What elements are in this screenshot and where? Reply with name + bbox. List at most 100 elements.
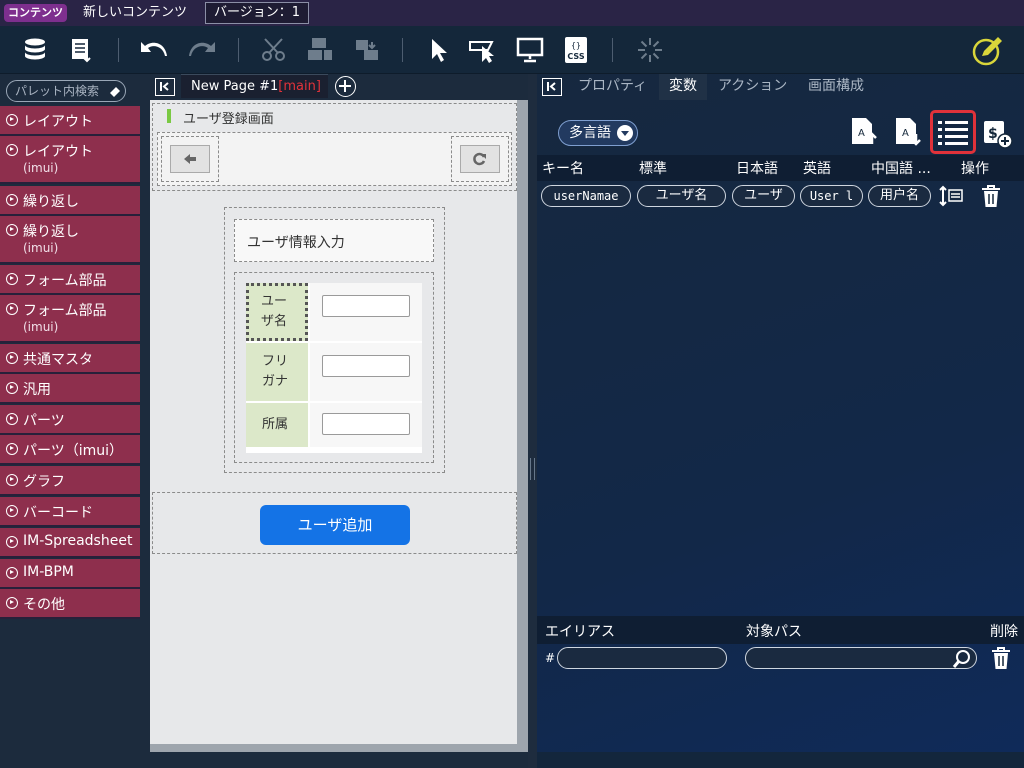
palette-item[interactable]: レイアウト — [0, 106, 140, 136]
affiliation-input[interactable] — [322, 413, 410, 435]
copy-icon[interactable] — [304, 34, 336, 66]
vertical-scrollbar[interactable] — [517, 100, 528, 752]
var-japanese-input[interactable]: ユーザ — [732, 185, 795, 207]
header-bar — [157, 132, 512, 186]
toolbar: {} CSS — [0, 26, 1024, 74]
arrow-left-icon — [184, 154, 196, 164]
undo-icon[interactable] — [138, 34, 170, 66]
expand-arrow-icon — [6, 536, 18, 548]
palette-item-label: 共通マスタ — [23, 352, 93, 368]
expand-arrow-icon — [6, 413, 18, 425]
col-english: 英語 — [803, 161, 831, 177]
var-english-input[interactable]: User l — [800, 185, 863, 207]
redo-icon[interactable] — [186, 34, 218, 66]
export-sheet-icon[interactable] — [66, 34, 98, 66]
palette-item[interactable]: IM-Spreadsheet — [0, 528, 140, 558]
field-input-cell — [310, 343, 422, 401]
expand-arrow-icon — [6, 352, 18, 364]
palette-item-sub: (imui) — [23, 241, 59, 255]
palette-item[interactable]: 繰り返し — [0, 186, 140, 216]
paste-icon[interactable] — [350, 34, 382, 66]
edit-pencil-icon[interactable] — [972, 34, 1004, 66]
expand-arrow-icon — [6, 194, 18, 206]
field-label: 所属 — [262, 417, 289, 432]
back-button[interactable] — [170, 145, 210, 173]
palette-item[interactable]: 汎用 — [0, 374, 140, 404]
target-path-input[interactable] — [745, 647, 977, 669]
translate-export-icon[interactable]: A — [894, 116, 924, 148]
field-input-cell — [310, 283, 422, 341]
drag-handle-icon[interactable] — [167, 109, 171, 123]
database-icon[interactable] — [20, 34, 52, 66]
field-label-cell[interactable]: ユー ザ名 — [246, 283, 308, 341]
collapse-panel-icon[interactable] — [542, 78, 562, 96]
palette-item[interactable]: その他 — [0, 589, 140, 619]
field-label-cell: 所属 — [246, 403, 308, 447]
tab-variables[interactable]: 変数 — [659, 74, 707, 100]
palette-item-label: IM-BPM — [23, 564, 74, 580]
alias-header-label: エイリアス — [545, 624, 615, 640]
expand-arrow-icon — [6, 114, 18, 126]
palette-item[interactable]: グラフ — [0, 466, 140, 496]
area-select-icon[interactable] — [468, 34, 500, 66]
var-key-input[interactable]: userNamae — [541, 185, 631, 207]
screen-title: ユーザ登録画面 — [183, 112, 274, 127]
header-container[interactable]: ユーザ登録画面 — [152, 103, 517, 191]
list-icon — [938, 121, 968, 145]
collapse-palette-icon[interactable] — [155, 78, 175, 96]
tab-properties[interactable]: プロパティ — [568, 74, 654, 100]
palette-item[interactable]: レイアウト (imui) — [0, 136, 140, 184]
add-variable-icon[interactable]: $ — [982, 118, 1014, 150]
palette-item-label: 繰り返し — [23, 224, 79, 240]
add-user-button[interactable]: ユーザ追加 — [260, 505, 410, 545]
delete-row-icon[interactable] — [980, 184, 1002, 208]
var-chinese-input[interactable]: 用户名 — [868, 185, 931, 207]
username-input[interactable] — [322, 295, 410, 317]
loading-spinner-icon — [634, 34, 666, 66]
expand-arrow-icon — [6, 144, 18, 156]
language-dropdown[interactable]: 多言語 — [558, 120, 638, 146]
select-cursor-icon[interactable] — [422, 34, 454, 66]
css-file-icon[interactable]: {} CSS — [560, 34, 592, 66]
palette-item-label: 繰り返し — [23, 194, 79, 210]
reload-button[interactable] — [460, 145, 500, 173]
palette-item[interactable]: バーコード — [0, 497, 140, 527]
cut-icon[interactable] — [258, 34, 290, 66]
add-page-icon[interactable] — [335, 76, 356, 97]
alias-input[interactable] — [557, 647, 727, 669]
palette-item[interactable]: パーツ — [0, 405, 140, 435]
furigana-input[interactable] — [322, 355, 410, 377]
horizontal-scrollbar[interactable] — [150, 744, 517, 752]
palette-item-label: レイアウト — [23, 144, 93, 160]
preview-monitor-icon[interactable] — [514, 34, 546, 66]
tab-screen-structure[interactable]: 画面構成 — [798, 74, 888, 100]
translate-import-icon[interactable]: A — [850, 116, 880, 148]
tab-actions[interactable]: アクション — [708, 74, 798, 100]
palette-item[interactable]: 繰り返し (imui) — [0, 216, 140, 264]
col-japanese: 日本語 — [736, 161, 778, 177]
col-operations: 操作 — [961, 161, 989, 177]
palette-item[interactable]: フォーム部品 — [0, 265, 140, 295]
panel-splitter[interactable] — [528, 74, 537, 768]
sort-detail-icon[interactable] — [938, 185, 964, 207]
palette-item-label: パーツ — [23, 413, 65, 429]
palette-item-label: 汎用 — [23, 382, 51, 398]
col-key-name: キー名 — [542, 161, 584, 177]
field-input-cell — [310, 403, 422, 447]
var-standard-input[interactable]: ユーザ名 — [637, 185, 726, 207]
page-tab[interactable]: New Page #1[main] — [181, 74, 328, 98]
expand-arrow-icon — [6, 505, 18, 517]
expand-arrow-icon — [6, 474, 18, 486]
list-view-button[interactable] — [930, 110, 976, 154]
delete-alias-icon[interactable] — [990, 646, 1012, 670]
content-title: 新しいコンテンツ — [83, 5, 188, 20]
palette-item-label: グラフ — [23, 474, 65, 490]
palette-item[interactable]: フォーム部品 (imui) — [0, 295, 140, 343]
palette-item[interactable]: 共通マスタ — [0, 344, 140, 374]
palette-item[interactable]: パーツ（imui） — [0, 435, 140, 465]
expand-arrow-icon — [6, 443, 18, 455]
field-label-cell: フリ ガナ — [246, 343, 308, 401]
delete-header-label: 削除 — [990, 624, 1018, 640]
palette-item[interactable]: IM-BPM — [0, 559, 140, 589]
eraser-icon[interactable] — [108, 84, 122, 98]
